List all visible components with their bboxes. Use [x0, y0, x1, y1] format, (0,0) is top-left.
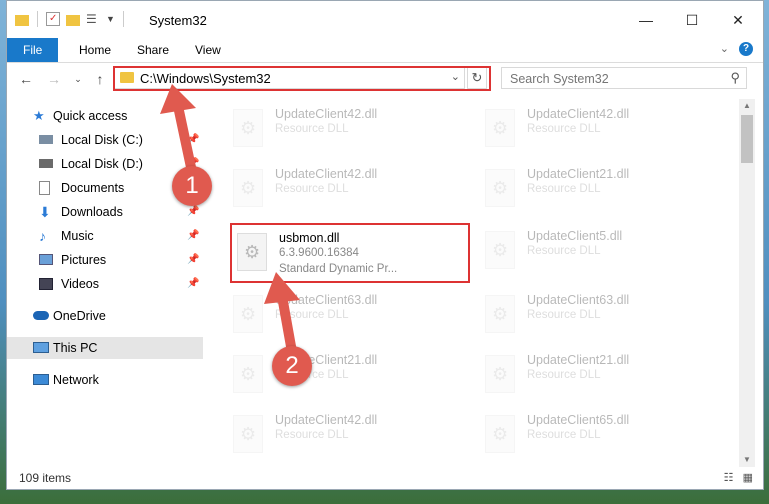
- step-badge-2: 2: [272, 346, 312, 386]
- step-badge-1: 1: [172, 166, 212, 206]
- arrow-shaft-1: [173, 101, 197, 177]
- arrow-shaft-2: [277, 291, 297, 357]
- arrow-head-1: [160, 84, 196, 114]
- annotation-overlay: [160, 84, 300, 357]
- arrow-head-2: [264, 272, 300, 304]
